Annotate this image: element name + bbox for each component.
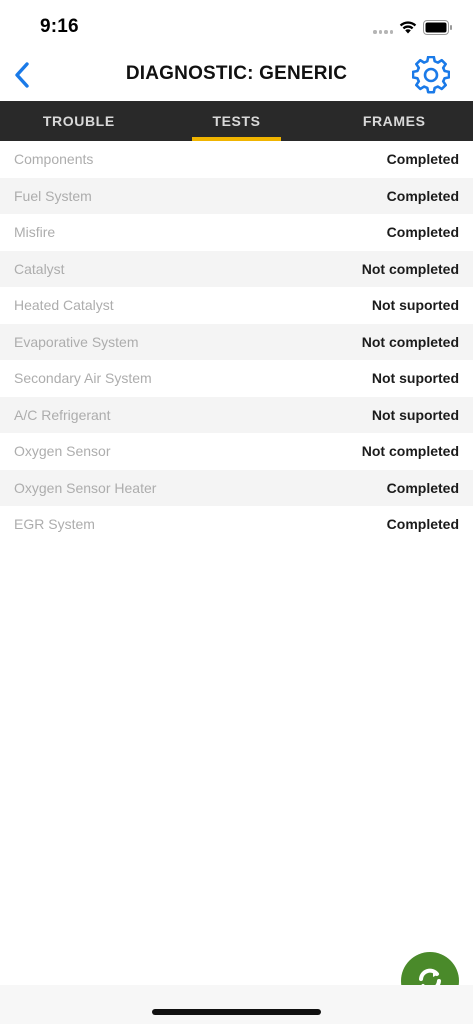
test-status: Not completed: [361, 443, 459, 460]
diagnostic-screen: 9:16 DIAGNOSTIC: GENERIC TROUBLE TESTS F…: [0, 0, 473, 1024]
list-item: A/C Refrigerant Not suported: [0, 396, 473, 433]
test-name: EGR System: [14, 516, 95, 533]
list-item: Fuel System Completed: [0, 177, 473, 214]
test-status: Completed: [386, 224, 459, 241]
list-item: Catalyst Not completed: [0, 250, 473, 287]
test-name: Oxygen Sensor: [14, 443, 111, 460]
test-status: Completed: [386, 187, 459, 204]
tab-frames[interactable]: FRAMES: [315, 101, 473, 141]
home-indicator[interactable]: [152, 1009, 321, 1015]
test-status: Not suported: [371, 297, 459, 314]
tab-trouble[interactable]: TROUBLE: [0, 101, 158, 141]
list-item: Oxygen Sensor Heater Completed: [0, 469, 473, 506]
test-name: Catalyst: [14, 260, 65, 277]
test-status: Completed: [386, 151, 459, 168]
list-item: Oxygen Sensor Not completed: [0, 433, 473, 470]
test-status: Completed: [386, 516, 459, 533]
test-name: Secondary Air System: [14, 370, 152, 387]
tab-tests[interactable]: TESTS: [158, 101, 316, 141]
wifi-icon: [399, 21, 417, 34]
status-bar: 9:16: [0, 0, 473, 50]
test-name: Misfire: [14, 224, 56, 241]
list-item: Components Completed: [0, 141, 473, 178]
test-name: Oxygen Sensor Heater: [14, 479, 157, 496]
status-time: 9:16: [40, 16, 79, 37]
list-item: Secondary Air System Not suported: [0, 360, 473, 397]
test-name: Heated Catalyst: [14, 297, 114, 314]
signal-strength-icon: [373, 30, 393, 34]
test-status: Not suported: [371, 406, 459, 423]
battery-icon: [423, 20, 452, 35]
test-status: Not completed: [361, 260, 459, 277]
test-name: Fuel System: [14, 187, 92, 204]
test-status: Completed: [386, 479, 459, 496]
list-item: Evaporative System Not completed: [0, 323, 473, 360]
list-item: Misfire Completed: [0, 214, 473, 251]
list-item: Heated Catalyst Not suported: [0, 287, 473, 324]
tests-list: Components Completed Fuel System Complet…: [0, 141, 473, 543]
test-status: Not suported: [371, 370, 459, 387]
list-item: EGR System Completed: [0, 506, 473, 543]
test-name: Components: [14, 151, 94, 168]
test-name: Evaporative System: [14, 333, 139, 350]
bottom-bar-overlay: [390, 985, 473, 1024]
gear-icon[interactable]: [412, 56, 450, 94]
tab-bar: TROUBLE TESTS FRAMES: [0, 101, 473, 141]
test-status: Not completed: [361, 333, 459, 350]
page-title: DIAGNOSTIC: GENERIC: [125, 63, 348, 84]
navigation-bar: DIAGNOSTIC: GENERIC: [0, 50, 473, 101]
test-name: A/C Refrigerant: [14, 406, 111, 423]
